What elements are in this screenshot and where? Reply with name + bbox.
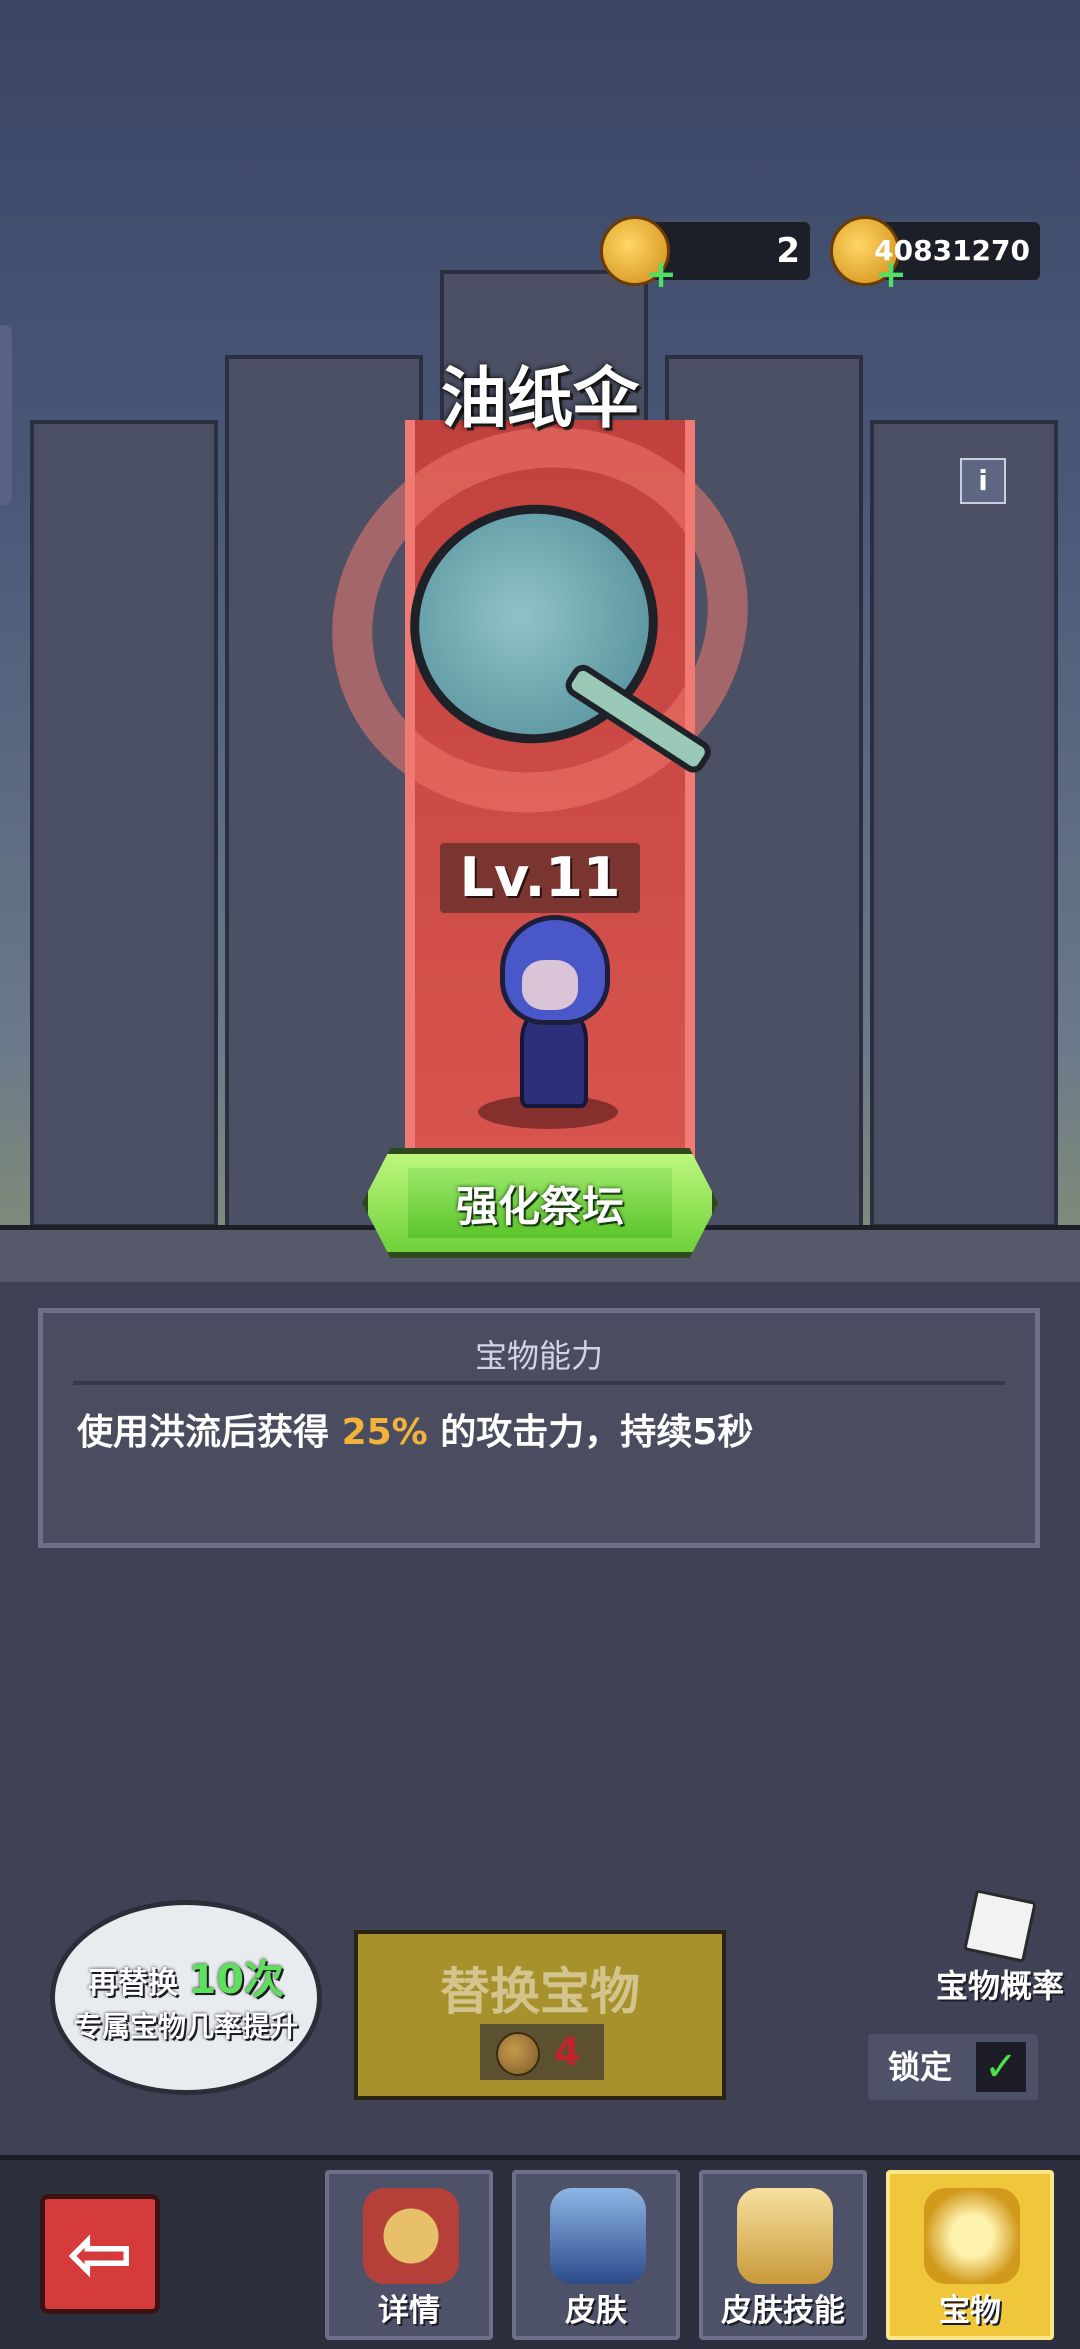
tab-label: 详情 [378, 2293, 440, 2329]
ability-title: 宝物能力 [474, 1337, 603, 1375]
tab-label: 宝物 [939, 2293, 1001, 2329]
tab-label: 皮肤技能 [721, 2293, 845, 2329]
ability-panel: 宝物能力 使用洪流后获得 25% 的攻击力，持续5秒 [38, 1308, 1040, 1548]
tab-skin-skill[interactable]: 皮肤技能 [699, 2170, 867, 2340]
gem-icon [496, 2032, 540, 2076]
plus-icon[interactable]: + [645, 255, 677, 293]
robe-icon [550, 2188, 646, 2284]
ability-description: 使用洪流后获得 25% 的攻击力，持续5秒 [77, 1403, 753, 1455]
cost-value: 4 [554, 2030, 581, 2074]
spellbook-icon [737, 2188, 833, 2284]
right-outer-pillar [870, 420, 1058, 1225]
gem-icon[interactable]: + [600, 216, 677, 293]
lock-label: 锁定 [888, 2048, 953, 2086]
info-button[interactable]: i [960, 458, 1006, 504]
gold-currency: + 40831270 [830, 216, 1040, 293]
arrow-left-icon: ⇦ [66, 2207, 134, 2300]
gem-currency: + 2 [600, 216, 810, 293]
tab-details[interactable]: 详情 [325, 2170, 493, 2340]
hero-face [522, 960, 578, 1010]
checkmark-icon[interactable]: ✓ [976, 2042, 1026, 2092]
replace-treasure-button[interactable]: 替换宝物 4 [354, 1930, 726, 2100]
hint-line-2: 专属宝物几率提升 [73, 2010, 298, 2043]
altar-scene: Lv.11 [0, 0, 1080, 1225]
ability-value: 25% [341, 1412, 428, 1453]
tab-skin[interactable]: 皮肤 [512, 2170, 680, 2340]
replace-cost: 4 [480, 2024, 604, 2080]
enhance-altar-button[interactable]: 强化祭坛 [362, 1148, 718, 1258]
hero-character [470, 915, 630, 1129]
document-icon [963, 1889, 1037, 1963]
ability-suffix: 的攻击力，持续5秒 [440, 1412, 754, 1453]
crown-trophy-icon [924, 2188, 1020, 2284]
left-outer-pillar [30, 420, 218, 1225]
divider [73, 1381, 1005, 1385]
treasure-name: 油纸伞 [441, 360, 639, 437]
bottom-nav: ⇦ 详情 皮肤 皮肤技能 宝物 [0, 2155, 1080, 2349]
tab-label: 皮肤 [565, 2293, 627, 2329]
left-inner-pillar [225, 355, 423, 1225]
lock-toggle[interactable]: 锁定 ✓ [868, 2034, 1038, 2100]
hint-prefix: 再替换 [87, 1966, 178, 2001]
gem-count: 2 [776, 231, 800, 271]
treasure-probability-button[interactable]: 宝物概率 [925, 1889, 1075, 2005]
knight-helmet-icon [363, 2188, 459, 2284]
back-button[interactable]: ⇦ [40, 2194, 160, 2314]
enhance-altar-label: 强化祭坛 [408, 1168, 672, 1238]
hint-bubble: 再替换 10次 专属宝物几率提升 [50, 1900, 322, 2095]
tab-treasure[interactable]: 宝物 [886, 2170, 1054, 2340]
ability-prefix: 使用洪流后获得 [77, 1412, 330, 1453]
replace-label: 替换宝物 [440, 1963, 640, 2021]
hint-line-1: 再替换 10次 [55, 1947, 317, 2005]
gold-count: 40831270 [874, 234, 1030, 267]
probability-label: 宝物概率 [935, 1967, 1064, 2005]
treasure-level: Lv.11 [440, 843, 640, 913]
hint-count: 10次 [188, 1957, 285, 2003]
